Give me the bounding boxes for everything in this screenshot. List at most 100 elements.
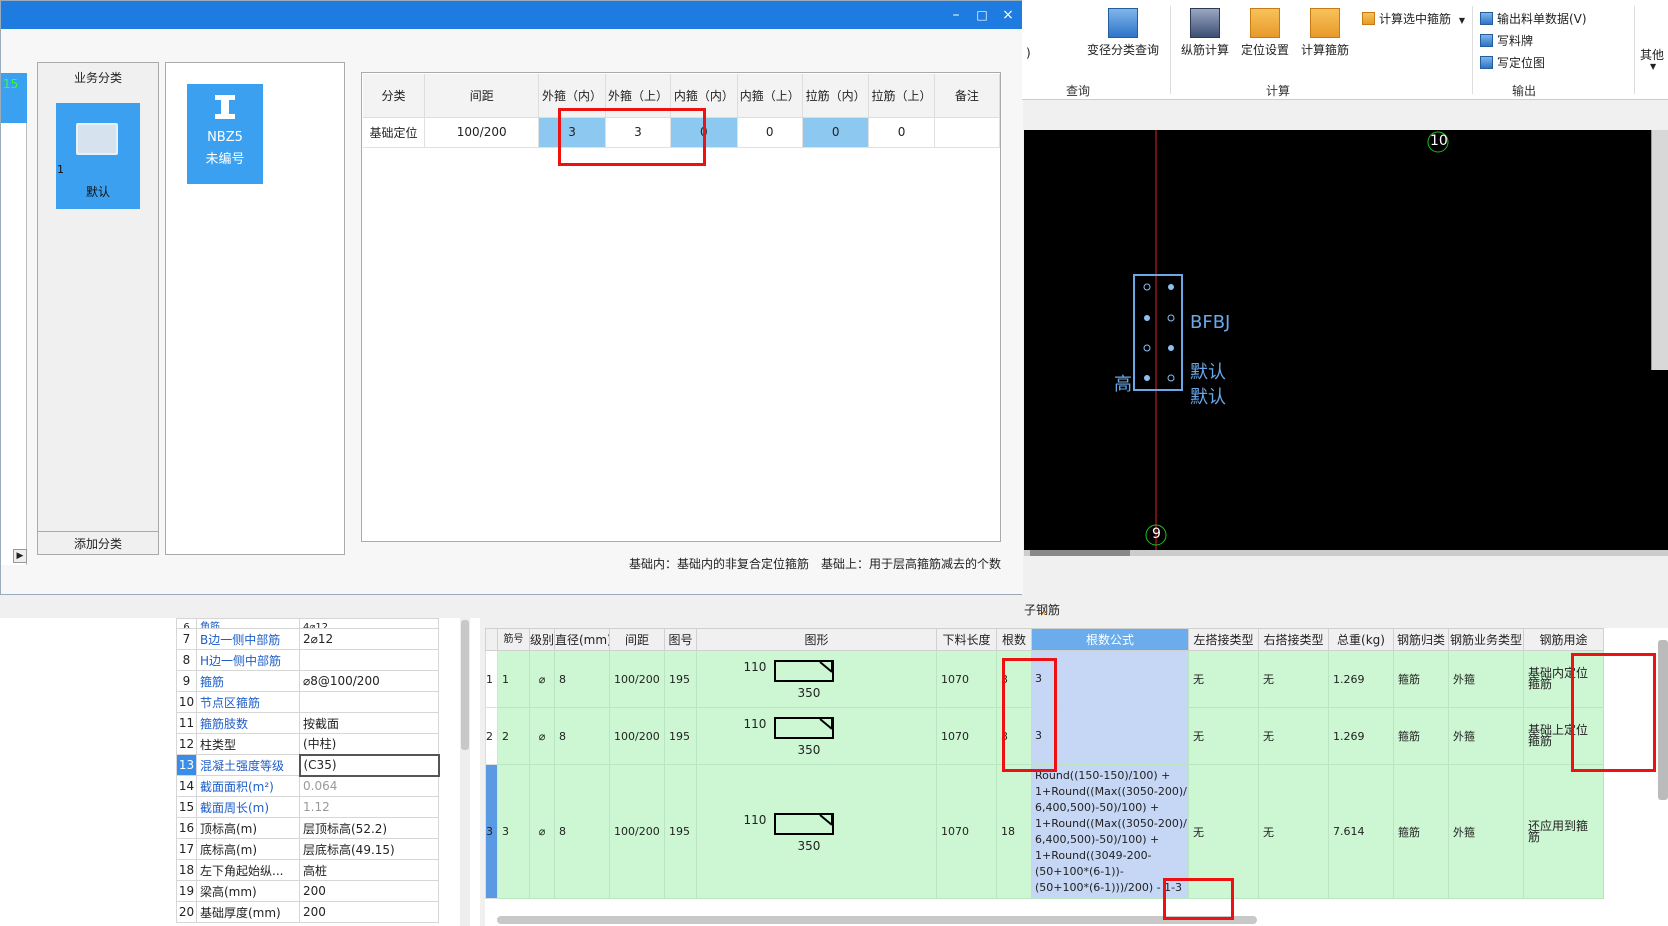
property-row[interactable]: 7 B边一侧中部筋 2⌀12 [176,628,439,650]
rebar-formula-cell[interactable]: 3 [1031,650,1189,708]
property-value[interactable]: 200 [299,901,439,923]
export-material-button[interactable]: 输出料单数据(V) [1480,10,1587,27]
rebar-cell-cut-len[interactable]: 1070 [936,707,997,765]
rebar-cell-dia[interactable]: 8 [554,650,610,708]
rebar-header-cell[interactable]: 左搭接类型 [1188,628,1259,651]
rebar-shape-cell[interactable]: 110 350 [696,650,937,708]
grid-cell-outer-inside[interactable]: 3 [538,117,606,148]
property-row[interactable]: 17 底标高(m) 层底标高(49.15) [176,838,439,860]
add-category-button[interactable]: 添加分类 [38,531,158,555]
rebar-header-cell[interactable]: 钢筋业务类型 [1448,628,1524,651]
rebar-row[interactable]: 2 2 ⌀ 8 100/200 195 110 350 1070 3 3 无无 1.269 箍筋 外箍 基础上… [485,707,1604,765]
property-value[interactable]: 1.12 [299,796,439,818]
rebar-header-cell[interactable]: 图形 [696,628,937,651]
rebar-cell-count[interactable]: 3 [996,707,1032,765]
property-value[interactable]: 层顶标高(52.2) [299,817,439,839]
rebar-header-cell[interactable]: 间距 [609,628,665,651]
property-value[interactable]: 高桩 [299,859,439,881]
property-row[interactable]: 19 梁高(mm) 200 [176,880,439,902]
grid-cell-outer-above[interactable]: 3 [605,117,672,148]
rebar-header-cell[interactable]: 总重(kg) [1328,628,1394,651]
grid-cell-remark[interactable] [934,117,1001,148]
rebar-cell-class[interactable]: 箍筋 [1393,707,1449,765]
property-value[interactable]: ⌀8@100/200 [299,670,439,692]
property-row[interactable]: 18 左下角起始纵... 高桩 [176,859,439,881]
rebar-cell-spacing[interactable]: 100/200 [609,707,665,765]
write-tag-button[interactable]: 写料牌 [1480,32,1533,49]
rebar-header-cell[interactable]: 钢筋用途 [1523,628,1604,651]
property-row[interactable]: 9 箍筋 ⌀8@100/200 [176,670,439,692]
rebar-cell-cut-len[interactable]: 1070 [936,650,997,708]
property-row[interactable]: 16 顶标高(m) 层顶标高(52.2) [176,817,439,839]
rebar-cell-num[interactable]: 3 [497,764,530,899]
rebar-cell-count[interactable]: 3 [996,650,1032,708]
rebar-cell-num[interactable]: 2 [497,707,530,765]
property-value[interactable]: 层底标高(49.15) [299,838,439,860]
close-icon[interactable]: × [997,5,1019,25]
grid-cell-inner-above[interactable]: 0 [737,117,803,148]
rebar-row[interactable]: 1 1 ⌀ 8 100/200 195 110 350 1070 3 3 无无 1.269 箍筋 外箍 基础内… [485,650,1604,708]
rebar-cell-weight[interactable]: 1.269 [1328,650,1394,708]
long-rebar-calc-button[interactable]: 纵筋计算 [1176,8,1234,58]
rebar-cell-grade[interactable]: ⌀ [529,764,555,899]
property-value[interactable] [299,649,439,671]
grid-cell-spacing[interactable]: 100/200 [424,117,540,148]
property-value[interactable]: (C35) [298,753,440,777]
rebar-header-cell[interactable]: 图号 [664,628,697,651]
rebar-cell-use[interactable]: 基础内定位箍筋 [1523,650,1604,708]
write-position-map-button[interactable]: 写定位图 [1480,54,1545,71]
rebar-header-cell[interactable]: 钢筋归类 [1393,628,1449,651]
property-row[interactable]: 15 截面周长(m) 1.12 [176,796,439,818]
property-row[interactable]: 8 H边一侧中部筋 [176,649,439,671]
rebar-cell-right[interactable]: 无 [1258,707,1329,765]
property-row[interactable]: 10 节点区箍筋 [176,691,439,713]
grid-cell-tie-inside[interactable]: 0 [802,117,870,148]
property-value[interactable]: 200 [299,880,439,902]
rebar-cell-use[interactable]: 还应用到箍筋 [1523,764,1604,899]
rebar-formula-cell[interactable]: 3 [1031,707,1189,765]
rebar-header-cell[interactable]: 筋号 [497,628,530,651]
rebar-header-cell[interactable]: 级别 [529,628,555,651]
rebar-cell-use[interactable]: 基础上定位箍筋 [1523,707,1604,765]
chevron-down-icon[interactable]: ▼ [1650,62,1656,71]
rebar-shape-cell[interactable]: 110 350 [696,707,937,765]
calc-selected-stirrup-button[interactable]: 计算选中箍筋 ▼ [1362,10,1465,27]
dialog-title-bar[interactable]: – □ × [1,1,1023,29]
grid-cell-tie-above[interactable]: 0 [868,117,935,148]
rebar-cell-spacing[interactable]: 100/200 [609,650,665,708]
other-button[interactable]: 其他 [1640,46,1664,63]
rebar-cell-count[interactable]: 18 [996,764,1032,899]
minimize-icon[interactable]: – [945,5,967,25]
maximize-icon[interactable]: □ [971,5,993,25]
rebar-horizontal-scrollbar[interactable] [497,916,1257,924]
rebar-cell-biz[interactable]: 外箍 [1448,707,1524,765]
rebar-shape-cell[interactable]: 110 350 [696,764,937,899]
rebar-header-cell[interactable]: 根数公式 [1031,628,1189,651]
rebar-header-cell[interactable]: 根数 [996,628,1032,651]
cad-scrollbar-thumb[interactable] [1030,550,1130,556]
rebar-cell-biz[interactable]: 外箍 [1448,650,1524,708]
rebar-cell-fig[interactable]: 195 [664,650,697,708]
reducer-query-button[interactable]: 变径分类查询 [1084,8,1162,58]
property-row[interactable]: 13 混凝土强度等级 (C35) [176,753,440,777]
scroll-right-icon[interactable]: ▶ [13,549,27,563]
rebar-cell-left[interactable]: 无 [1188,707,1259,765]
rebar-header-cell[interactable]: 直径(mm) [554,628,610,651]
rebar-header-cell[interactable]: 右搭接类型 [1258,628,1329,651]
rebar-cell-class[interactable]: 箍筋 [1393,764,1449,899]
column-card[interactable]: NBZ5 未编号 [187,84,263,184]
property-row[interactable]: 6 角筋 4⌀12 [176,618,439,629]
property-value[interactable]: 0.064 [299,775,439,797]
property-value[interactable]: 2⌀12 [299,628,439,650]
rebar-header-cell[interactable]: 下料长度 [936,628,997,651]
property-value[interactable]: 4⌀12 [299,618,439,629]
rebar-cell-fig[interactable]: 195 [664,707,697,765]
rebar-cell-biz[interactable]: 外箍 [1448,764,1524,899]
property-value[interactable]: (中柱) [299,733,439,755]
property-value[interactable]: 按截面 [299,712,439,734]
rebar-cell-cut-len[interactable]: 1070 [936,764,997,899]
rebar-cell-dia[interactable]: 8 [554,707,610,765]
rebar-cell-grade[interactable]: ⌀ [529,650,555,708]
property-scrollbar-thumb[interactable] [461,620,469,750]
rebar-cell-class[interactable]: 箍筋 [1393,650,1449,708]
